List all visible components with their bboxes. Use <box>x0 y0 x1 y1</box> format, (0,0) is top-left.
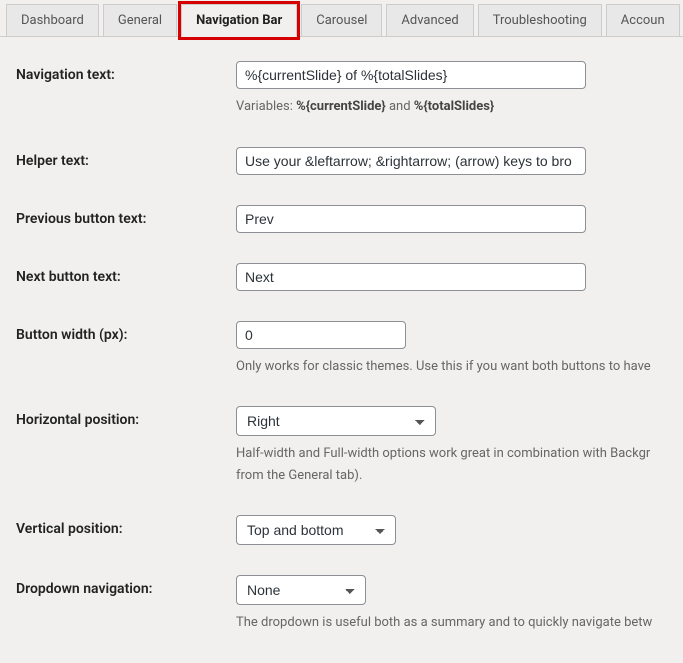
button-width-desc: Only works for classic themes. Use this … <box>236 357 667 377</box>
next-button-text-input[interactable] <box>236 263 586 291</box>
tab-troubleshooting[interactable]: Troubleshooting <box>478 4 602 36</box>
tab-navigation-bar[interactable]: Navigation Bar <box>181 4 297 37</box>
dropdown-navigation-desc: The dropdown is useful both as a summary… <box>236 613 667 633</box>
button-width-input[interactable] <box>236 321 406 349</box>
navigation-text-label: Navigation text: <box>16 61 236 83</box>
dropdown-navigation-select[interactable]: None <box>236 575 366 605</box>
tab-dashboard[interactable]: Dashboard <box>6 4 99 36</box>
next-button-text-label: Next button text: <box>16 263 236 285</box>
previous-button-text-input[interactable] <box>236 205 586 233</box>
tab-carousel[interactable]: Carousel <box>301 4 382 36</box>
previous-button-text-label: Previous button text: <box>16 205 236 227</box>
horizontal-position-desc: Half-width and Full-width options work g… <box>236 444 667 464</box>
settings-form: Navigation text: Variables: %{currentSli… <box>0 37 683 633</box>
helper-text-input[interactable] <box>236 147 586 175</box>
settings-tabs: Dashboard General Navigation Bar Carouse… <box>0 0 683 37</box>
horizontal-position-desc-2: from the General tab). <box>236 466 667 486</box>
horizontal-position-label: Horizontal position: <box>16 406 236 428</box>
horizontal-position-select[interactable]: Right <box>236 406 436 436</box>
vertical-position-select[interactable]: Top and bottom <box>236 515 396 545</box>
navigation-text-input[interactable] <box>236 61 586 89</box>
button-width-label: Button width (px): <box>16 321 236 343</box>
navigation-text-desc: Variables: %{currentSlide} and %{totalSl… <box>236 97 667 117</box>
tab-general[interactable]: General <box>103 4 177 36</box>
vertical-position-label: Vertical position: <box>16 515 236 537</box>
dropdown-navigation-label: Dropdown navigation: <box>16 575 236 597</box>
helper-text-label: Helper text: <box>16 147 236 169</box>
tab-account[interactable]: Accoun <box>606 4 680 36</box>
tab-advanced[interactable]: Advanced <box>386 4 473 36</box>
